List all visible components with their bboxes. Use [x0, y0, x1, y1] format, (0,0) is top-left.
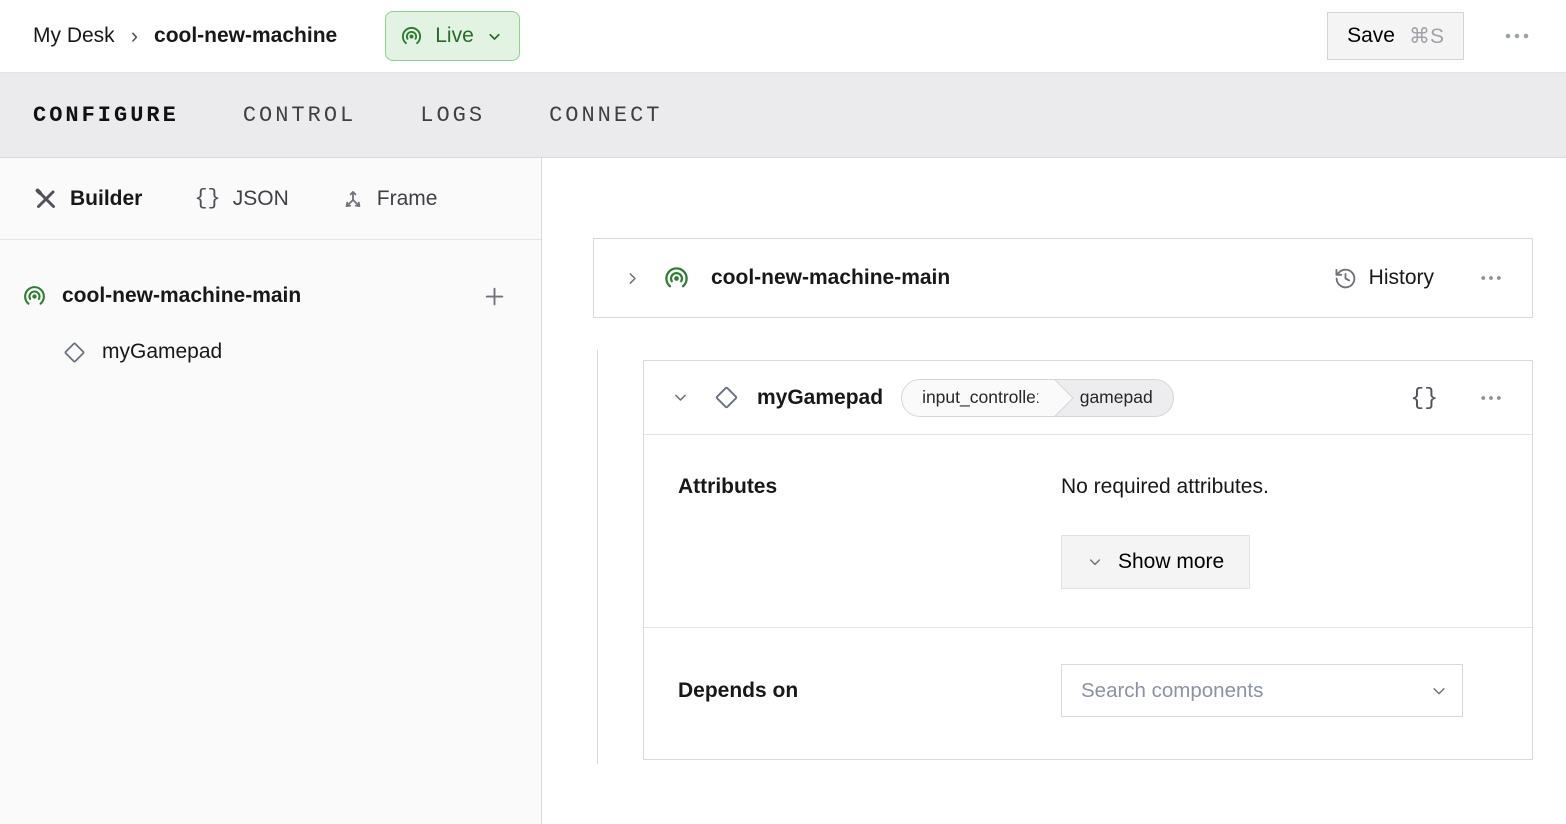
history-icon [1333, 266, 1358, 291]
attributes-empty-text: No required attributes. [1061, 475, 1498, 499]
attributes-label: Attributes [678, 475, 1061, 589]
mode-builder-label: Builder [70, 187, 142, 211]
component-type: input_controller [902, 380, 1054, 416]
tree-item-label: myGamepad [102, 340, 222, 364]
breadcrumb: My Desk › cool-new-machine [33, 23, 337, 49]
history-button-label: History [1369, 266, 1434, 290]
header-ellipsis-icon[interactable] [1498, 23, 1536, 49]
show-more-button[interactable]: Show more [1061, 535, 1250, 589]
mode-json-label: JSON [233, 187, 289, 211]
machine-part-card: cool-new-machine-main History [593, 238, 1533, 318]
machine-live-icon [400, 25, 423, 48]
machine-part-icon [22, 284, 47, 309]
braces-icon[interactable]: {} [1410, 385, 1438, 411]
machine-tab-bar: CONFIGURE CONTROL LOGS CONNECT [0, 73, 1566, 158]
config-sidebar: Builder {} JSON Frame [0, 158, 542, 824]
attributes-body: No required attributes. Show more [1061, 475, 1498, 589]
component-card-wrapper: myGamepad input_controller gamepad {} At… [643, 360, 1533, 760]
part-card-title: cool-new-machine-main [711, 266, 950, 290]
component-type-badge: input_controller gamepad [901, 379, 1174, 417]
breadcrumb-separator-icon: › [131, 23, 138, 49]
breadcrumb-parent[interactable]: My Desk [33, 24, 115, 48]
component-diamond-icon [713, 384, 740, 411]
view-mode-toggle: Builder {} JSON Frame [0, 158, 541, 240]
component-card-header: myGamepad input_controller gamepad {} [644, 361, 1532, 435]
breadcrumb-current: cool-new-machine [154, 24, 337, 48]
tree-item-component[interactable]: myGamepad [22, 324, 509, 380]
nesting-connector-line [597, 350, 598, 764]
tab-connect[interactable]: CONNECT [549, 103, 662, 128]
component-card-ellipsis-icon[interactable] [1474, 386, 1508, 410]
depends-on-label: Depends on [678, 679, 1061, 703]
tree-item-machine-part[interactable]: cool-new-machine-main [22, 268, 509, 324]
save-shortcut-hint: ⌘S [1409, 24, 1444, 49]
chevron-right-icon[interactable] [624, 270, 641, 287]
mode-frame-label: Frame [377, 187, 438, 211]
content-row: Builder {} JSON Frame [0, 158, 1566, 824]
mode-frame[interactable]: Frame [341, 187, 438, 211]
chevron-down-icon[interactable] [672, 389, 689, 406]
tree-item-label: cool-new-machine-main [62, 284, 301, 308]
component-diamond-icon [62, 340, 87, 365]
component-card-title: myGamepad [757, 386, 883, 410]
app-header: My Desk › cool-new-machine Live Save ⌘S [0, 0, 1566, 73]
braces-icon: {} [194, 186, 220, 211]
history-button[interactable]: History [1333, 266, 1434, 291]
attributes-section: Attributes No required attributes. Show … [644, 435, 1532, 628]
part-card-ellipsis-icon[interactable] [1474, 266, 1508, 290]
component-tree: cool-new-machine-main myGamepad [0, 240, 541, 380]
search-components-input[interactable] [1062, 665, 1462, 716]
live-badge-label: Live [435, 24, 474, 48]
tools-icon [34, 187, 58, 211]
save-button-label: Save [1347, 24, 1395, 48]
config-main-pane: cool-new-machine-main History [542, 158, 1566, 824]
machine-part-icon [663, 265, 690, 292]
mode-builder[interactable]: Builder [34, 187, 142, 211]
add-component-icon[interactable] [480, 282, 509, 311]
mode-json[interactable]: {} JSON [194, 186, 288, 211]
component-card: myGamepad input_controller gamepad {} At… [643, 360, 1533, 760]
chevron-down-icon [486, 28, 503, 45]
depends-on-section: Depends on [644, 628, 1532, 759]
tab-configure[interactable]: CONFIGURE [33, 103, 179, 128]
tab-control[interactable]: CONTROL [243, 103, 356, 128]
show-more-label: Show more [1118, 550, 1224, 574]
tab-logs[interactable]: LOGS [420, 103, 485, 128]
live-status-dropdown[interactable]: Live [385, 11, 520, 61]
depends-on-body [1061, 664, 1498, 717]
frame-axes-icon [341, 187, 365, 211]
chevron-down-icon [1087, 554, 1103, 570]
save-button[interactable]: Save ⌘S [1327, 12, 1464, 60]
depends-on-select[interactable] [1061, 664, 1463, 717]
